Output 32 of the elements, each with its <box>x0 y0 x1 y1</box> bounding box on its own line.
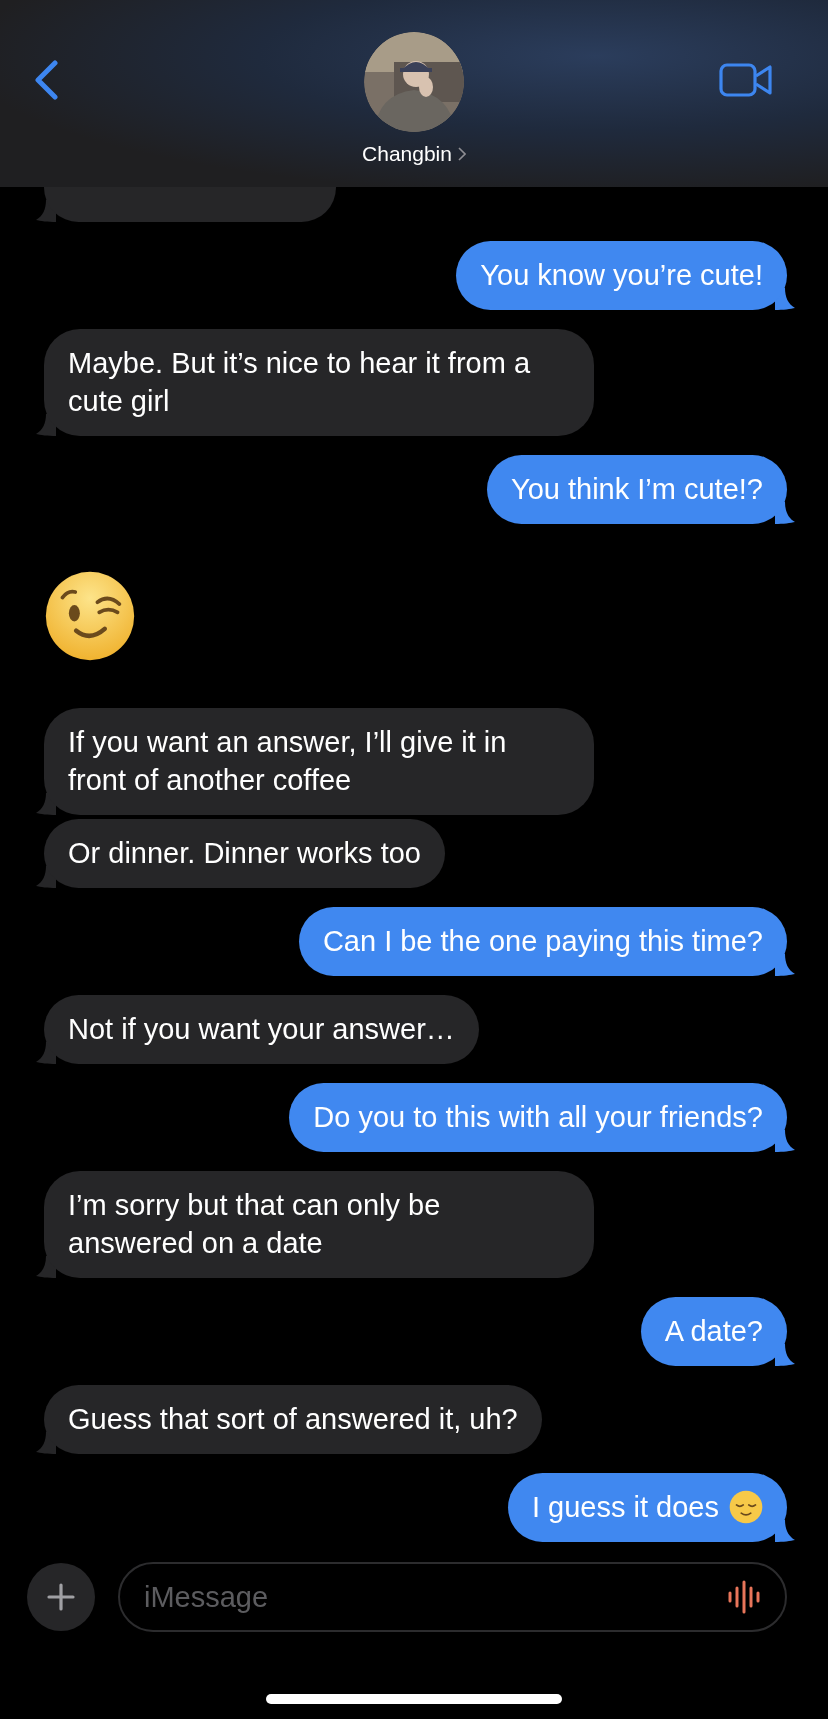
bubble-tail <box>775 1520 795 1542</box>
message-bubble: Not if you want your answer… <box>44 995 479 1064</box>
message-field[interactable]: iMessage <box>118 1562 787 1632</box>
message-bubble: You know you’re cute! <box>456 241 787 310</box>
back-icon[interactable] <box>33 60 61 100</box>
message-bubble: If you want an answer, I’ll give it in front of another coffee <box>44 708 594 815</box>
message-bubble: I’m sorry but that can only be answered on a date <box>44 1171 594 1278</box>
plus-icon <box>46 1582 76 1612</box>
contact-name[interactable]: Changbin <box>362 142 452 166</box>
bubble-tail <box>775 502 795 524</box>
bubble-tail <box>775 1130 795 1152</box>
audio-wave-icon[interactable] <box>727 1580 763 1614</box>
bubble-tail <box>36 1432 56 1454</box>
message-bubble: A date? <box>640 1297 787 1366</box>
video-camera-icon[interactable] <box>719 62 773 98</box>
message-bubble: Do you to this with all your friends? <box>289 1083 787 1152</box>
bubble-tail <box>36 866 56 888</box>
bubble-tail <box>775 288 795 310</box>
message-bubble: Guess that sort of answered it, uh? <box>44 1385 542 1454</box>
bubble-tail <box>36 414 56 436</box>
message-bubble: I guess it does <box>508 1473 787 1542</box>
bubble-tail <box>36 793 56 815</box>
bubble-tail <box>775 1344 795 1366</box>
message-bubble: Or dinner. Dinner works too <box>44 819 445 888</box>
message-bubble: Maybe. But it’s nice to hear it from a cute girl <box>44 329 594 436</box>
message-bubble: Can I be the one paying this time? <box>298 907 787 976</box>
bubble-tail <box>36 200 56 222</box>
chevron-icon <box>457 147 466 161</box>
bubble-tail <box>36 1042 56 1064</box>
bubble-tail <box>36 1256 56 1278</box>
message-bubble: You think I’m cute!? <box>486 455 787 524</box>
bubble-tail <box>775 954 795 976</box>
